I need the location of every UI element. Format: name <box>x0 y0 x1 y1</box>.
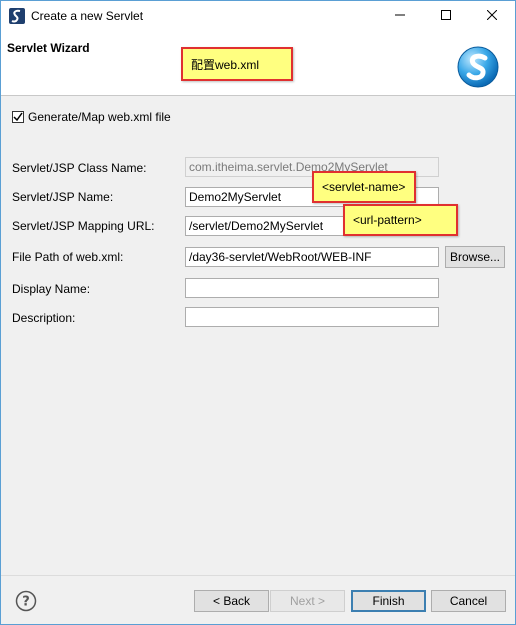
servlet-logo-icon <box>456 45 500 89</box>
file-path-value: /day36-servlet/WebRoot/WEB-INF <box>189 250 372 264</box>
close-icon <box>486 9 498 23</box>
maximize-button[interactable] <box>423 1 469 31</box>
close-window-button[interactable] <box>469 1 515 31</box>
cancel-button[interactable]: Cancel <box>431 590 506 612</box>
file-path-label: File Path of web.xml: <box>12 250 124 264</box>
maximize-icon <box>441 9 451 23</box>
finish-button[interactable]: Finish <box>351 590 426 612</box>
footer-divider <box>1 575 515 576</box>
mapping-url-value: /servlet/Demo2MyServlet <box>189 219 324 233</box>
annotation-url-pattern: <url-pattern> <box>343 204 458 236</box>
wizard-window: Create a new Servlet Servlet Wizard 配置we… <box>0 0 516 625</box>
description-input[interactable] <box>185 307 439 327</box>
title-bar: Create a new Servlet <box>1 1 515 31</box>
mapping-url-label: Servlet/JSP Mapping URL: <box>12 219 155 233</box>
servlet-name-label: Servlet/JSP Name: <box>12 190 114 204</box>
minimize-button[interactable] <box>377 1 423 31</box>
minimize-icon <box>395 9 405 23</box>
svg-text:?: ? <box>22 595 30 610</box>
file-path-input[interactable]: /day36-servlet/WebRoot/WEB-INF <box>185 247 439 267</box>
generate-web-xml-option[interactable]: Generate/Map web.xml file <box>12 110 171 124</box>
annotation-text: <servlet-name> <box>322 180 406 194</box>
myeclipse-app-icon <box>8 7 26 25</box>
annotation-text: <url-pattern> <box>353 213 422 227</box>
servlet-name-value: Demo2MyServlet <box>189 190 282 204</box>
description-label: Description: <box>12 311 76 325</box>
display-name-input[interactable] <box>185 278 439 298</box>
class-name-label: Servlet/JSP Class Name: <box>12 161 147 175</box>
annotation-text: 配置web.xml <box>191 57 260 72</box>
wizard-page-title: Servlet Wizard <box>7 41 90 55</box>
annotation-servlet-name: <servlet-name> <box>312 171 416 203</box>
generate-web-xml-checkbox[interactable] <box>12 111 24 123</box>
window-title: Create a new Servlet <box>31 9 144 23</box>
help-icon[interactable]: ? <box>15 590 37 612</box>
annotation-config-web-xml: 配置web.xml <box>181 47 293 81</box>
back-button[interactable]: < Back <box>194 590 269 612</box>
generate-web-xml-label: Generate/Map web.xml file <box>28 110 171 124</box>
next-button[interactable]: Next > <box>270 590 345 612</box>
browse-button[interactable]: Browse... <box>445 246 505 268</box>
display-name-label: Display Name: <box>12 282 91 296</box>
